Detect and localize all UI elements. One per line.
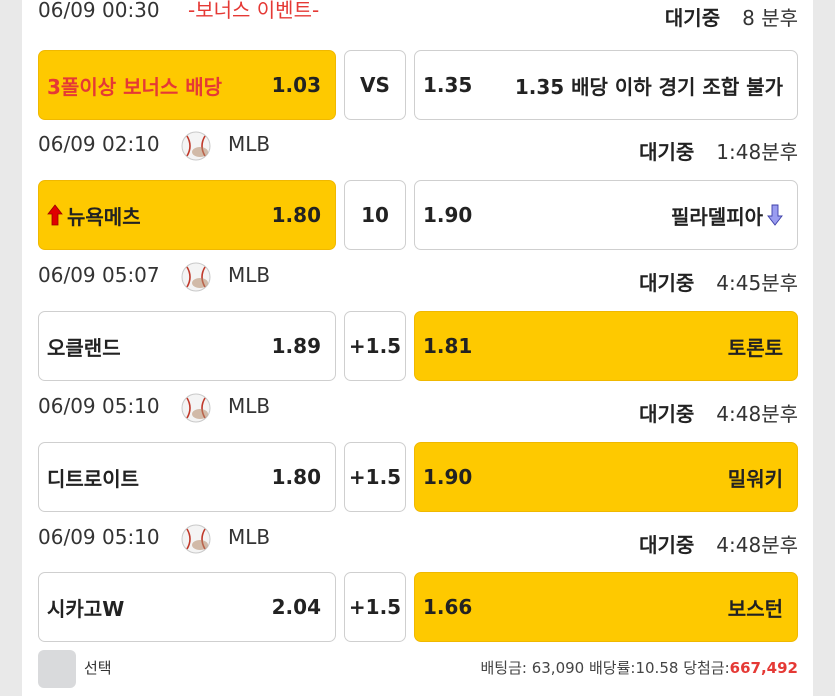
status-word: 대기중 (639, 140, 695, 164)
away-team-name: 밀워키 (727, 466, 783, 491)
event-vs: VS (344, 50, 406, 120)
home-team: 뉴욕메츠 (47, 201, 272, 230)
game-row: 디트로이트 1.80 +1.5 1.90 밀워키 (38, 442, 798, 512)
status-time: 4:48분후 (716, 533, 798, 557)
home-team-name: 뉴욕메츠 (67, 204, 141, 229)
select-label: 선택 (84, 659, 112, 677)
game-league: MLB (228, 263, 271, 287)
status-word: 대기중 (639, 271, 695, 295)
baseball-icon (181, 524, 211, 554)
home-team-option[interactable]: 뉴욕메츠 1.80 (38, 180, 336, 250)
game-league: MLB (228, 394, 271, 418)
game-time: 06/09 05:10 (38, 394, 160, 418)
status-word: 대기중 (664, 6, 721, 30)
event-home-option[interactable]: 3폴이상 보너스 배당 1.03 (38, 50, 336, 120)
rate-label: 배당률: (589, 659, 636, 677)
away-team-option[interactable]: 1.66 보스턴 (414, 572, 798, 642)
event-label: -보너스 이벤트- (188, 0, 320, 22)
event-away-option[interactable]: 1.35 1.35 배당 이하 경기 조합 불가 (414, 50, 798, 120)
away-team-option[interactable]: 1.90 밀워키 (414, 442, 798, 512)
away-odds: 1.81 (423, 334, 473, 358)
game-league: MLB (228, 132, 271, 156)
bet-summary: 배팅금: 63,090 배당률:10.58 당첨금:667,492 (480, 648, 798, 688)
arrow-down-icon (767, 204, 783, 226)
game-time: 06/09 05:07 (38, 263, 160, 287)
game-status: 대기중 1:48분후 (639, 134, 798, 170)
betting-slip: 06/09 00:30 -보너스 이벤트- 대기중 8 분후 3폴이상 보너스 배… (0, 0, 835, 696)
away-team: 필라델피아 (671, 201, 783, 230)
home-odds: 1.80 (271, 203, 321, 227)
event-home-name: 3폴이상 보너스 배당 (47, 74, 223, 99)
rate-value: 10.58 (635, 659, 679, 677)
home-team-option[interactable]: 오클랜드 1.89 (38, 311, 336, 381)
game-league: MLB (228, 525, 271, 549)
game-header: 06/09 05:10 MLB 대기중 4:48분후 (38, 519, 798, 557)
win-amount: 667,492 (729, 659, 798, 677)
event-away-odds: 1.35 (423, 73, 473, 97)
game-row: 오클랜드 1.89 +1.5 1.81 토론토 (38, 311, 798, 381)
left-edge (0, 0, 22, 696)
baseball-icon (181, 393, 211, 423)
home-odds: 1.89 (271, 334, 321, 358)
home-team-name: 시카고W (47, 596, 125, 621)
handicap-value: +1.5 (344, 442, 406, 512)
baseball-icon (181, 131, 211, 161)
status-time: 4:48분후 (716, 402, 798, 426)
event-row: 3폴이상 보너스 배당 1.03 VS 1.35 1.35 배당 이하 경기 조… (38, 50, 798, 120)
game-time: 06/09 02:10 (38, 132, 160, 156)
away-team-option[interactable]: 1.90 필라델피아 (414, 180, 798, 250)
status-time: 8 분후 (742, 6, 798, 30)
away-team-name: 토론토 (727, 335, 783, 360)
handicap-value: 10 (344, 180, 406, 250)
win-label: 당첨금: (683, 659, 730, 677)
game-status: 대기중 4:48분후 (639, 527, 798, 563)
away-odds: 1.90 (423, 465, 473, 489)
home-odds: 1.80 (271, 465, 321, 489)
slip-footer: 선택 배팅금: 63,090 배당률:10.58 당첨금:667,492 (38, 648, 798, 688)
home-team-name: 디트로이트 (47, 466, 139, 491)
event-status: 대기중 8 분후 (665, 0, 798, 36)
game-status: 대기중 4:45분후 (639, 265, 798, 301)
event-home-odds: 1.03 (271, 73, 321, 97)
baseball-icon (181, 262, 211, 292)
away-team-option[interactable]: 1.81 토론토 (414, 311, 798, 381)
arrow-up-icon (47, 204, 63, 226)
game-row: 뉴욕메츠 1.80 10 1.90 필라델피아 (38, 180, 798, 250)
game-time: 06/09 05:10 (38, 525, 160, 549)
home-team-option[interactable]: 디트로이트 1.80 (38, 442, 336, 512)
right-edge (813, 0, 835, 696)
select-checkbox[interactable] (38, 650, 76, 688)
game-header: 06/09 02:10 MLB 대기중 1:48분후 (38, 126, 798, 164)
handicap-value: +1.5 (344, 311, 406, 381)
event-away-name: 1.35 배당 이하 경기 조합 불가 (514, 74, 783, 99)
game-status: 대기중 4:48분후 (639, 396, 798, 432)
game-row: 시카고W 2.04 +1.5 1.66 보스턴 (38, 572, 798, 642)
status-time: 4:45분후 (716, 271, 798, 295)
event-time: 06/09 00:30 (38, 0, 160, 22)
status-word: 대기중 (639, 402, 695, 426)
event-header: 06/09 00:30 -보너스 이벤트- 대기중 8 분후 (38, 0, 798, 30)
game-header: 06/09 05:10 MLB 대기중 4:48분후 (38, 388, 798, 426)
home-odds: 2.04 (271, 595, 321, 619)
bet-amount: 63,090 (531, 659, 585, 677)
away-odds: 1.66 (423, 595, 473, 619)
handicap-value: +1.5 (344, 572, 406, 642)
home-team-option[interactable]: 시카고W 2.04 (38, 572, 336, 642)
status-word: 대기중 (639, 533, 695, 557)
home-team-name: 오클랜드 (47, 335, 121, 360)
bet-label: 배팅금: (480, 659, 527, 677)
away-odds: 1.90 (423, 203, 473, 227)
game-header: 06/09 05:07 MLB 대기중 4:45분후 (38, 257, 798, 295)
status-time: 1:48분후 (716, 140, 798, 164)
away-team-name: 필라델피아 (671, 204, 763, 229)
away-team-name: 보스턴 (727, 596, 783, 621)
